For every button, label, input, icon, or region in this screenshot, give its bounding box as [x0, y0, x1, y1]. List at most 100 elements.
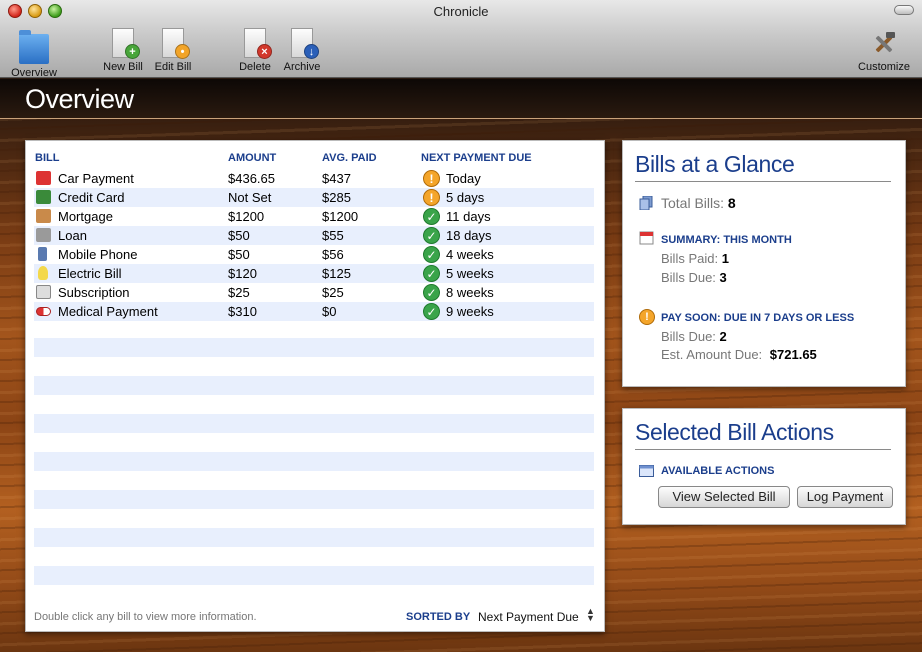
bill-amount: $120 [228, 266, 257, 281]
bill-avg-paid: $25 [322, 285, 344, 300]
column-header-next-payment-due[interactable]: NEXT PAYMENT DUE [421, 152, 532, 164]
checkmark-icon: ✓ [423, 303, 440, 320]
empty-row [34, 338, 594, 357]
footer-hint: Double click any bill to view more infor… [34, 611, 257, 623]
bank-icon [36, 228, 51, 242]
bill-avg-paid: $437 [322, 171, 351, 186]
table-row[interactable]: Mobile Phone $50 $56 ✓ 4 weeks [34, 245, 594, 264]
estimated-amount-due: Est. Amount Due: $721.65 [661, 347, 817, 362]
edit-bill-toolbar-button[interactable]: • Edit Bill [152, 28, 194, 73]
empty-row [34, 566, 594, 585]
table-row[interactable]: Subscription $25 $25 ✓ 8 weeks [34, 283, 594, 302]
bill-avg-paid: $55 [322, 228, 344, 243]
toolbar-toggle-button[interactable] [894, 5, 914, 15]
sorted-by-label: SORTED BY [406, 611, 471, 623]
estimated-amount-value: $721.65 [769, 347, 817, 362]
edit-bill-label: Edit Bill [154, 61, 192, 73]
table-row[interactable]: Electric Bill $120 $125 ✓ 5 weeks [34, 264, 594, 283]
new-bill-toolbar-button[interactable]: + New Bill [100, 28, 146, 73]
divider [635, 449, 891, 450]
bill-name: Car Payment [58, 171, 134, 186]
bills-paid-label: Bills Paid: [661, 251, 719, 266]
edit-document-icon: • [162, 28, 190, 59]
bill-amount: $310 [228, 304, 257, 319]
total-bills: Total Bills: 8 [661, 195, 736, 211]
bill-next-due: 5 weeks [446, 266, 494, 281]
archive-toolbar-button[interactable]: ↓ Archive [281, 28, 323, 73]
bill-name: Mortgage [58, 209, 113, 224]
bill-avg-paid: $125 [322, 266, 351, 281]
empty-row [34, 452, 594, 471]
bills-due-value: 3 [719, 270, 727, 285]
bills-at-a-glance-panel: Bills at a Glance Total Bills: 8 SUMMARY… [622, 140, 906, 387]
total-bills-label: Total Bills: [661, 195, 725, 211]
bill-next-due: 18 days [446, 228, 492, 243]
bill-next-due: 5 days [446, 190, 485, 205]
customize-toolbar-button[interactable]: Customize [854, 28, 914, 73]
house-icon [36, 209, 51, 223]
warning-icon: ! [639, 309, 655, 325]
customize-label: Customize [858, 61, 910, 73]
sort-order-select[interactable]: Next Payment Due [478, 610, 579, 624]
phone-icon [38, 247, 47, 261]
tools-icon [869, 28, 899, 58]
pay-soon-section-title: PAY SOON: DUE IN 7 DAYS OR LESS [661, 312, 855, 324]
pill-icon [36, 307, 51, 316]
log-payment-button[interactable]: Log Payment [797, 486, 893, 508]
checkmark-icon: ✓ [423, 227, 440, 244]
column-header-avg-paid[interactable]: AVG. PAID [322, 152, 377, 164]
panel-title: Bills at a Glance [635, 151, 795, 177]
bill-list-panel: BILL AMOUNT AVG. PAID NEXT PAYMENT DUE C… [25, 140, 605, 632]
calendar-icon [639, 231, 654, 245]
overview-label: Overview [11, 67, 57, 79]
bill-amount: $50 [228, 228, 250, 243]
soon-bills-due-value: 2 [719, 329, 727, 344]
checkmark-icon: ✓ [423, 246, 440, 263]
table-row[interactable]: Medical Payment $310 $0 ✓ 9 weeks [34, 302, 594, 321]
updown-arrows-icon[interactable]: ▲ ▼ [586, 607, 595, 623]
delete-toolbar-button[interactable]: × Delete [236, 28, 274, 73]
bill-amount: $25 [228, 285, 250, 300]
bill-name: Loan [58, 228, 87, 243]
available-actions-title: AVAILABLE ACTIONS [661, 465, 775, 477]
table-row[interactable]: Car Payment $436.65 $437 ! Today [34, 169, 594, 188]
bill-next-due: 4 weeks [446, 247, 494, 262]
empty-row [34, 414, 594, 433]
column-header-bill[interactable]: BILL [35, 152, 59, 164]
new-bill-label: New Bill [103, 61, 143, 73]
bill-rows: Car Payment $436.65 $437 ! Today Credit … [34, 169, 594, 321]
page-header: Overview [0, 79, 922, 119]
delete-label: Delete [239, 61, 271, 73]
bill-avg-paid: $285 [322, 190, 351, 205]
window-toolbar: Chronicle Overview + New Bill • Edit Bil… [0, 0, 922, 79]
checkmark-icon: ✓ [423, 208, 440, 225]
window-title: Chronicle [433, 4, 489, 19]
table-row[interactable]: Mortgage $1200 $1200 ✓ 11 days [34, 207, 594, 226]
bills-paid-value: 1 [721, 251, 729, 266]
soon-bills-due: Bills Due: 2 [661, 329, 727, 344]
bill-next-due: 8 weeks [446, 285, 494, 300]
overview-toolbar-button[interactable]: Overview [8, 28, 60, 79]
bills-due-label: Bills Due: [661, 270, 716, 285]
column-header-amount[interactable]: AMOUNT [228, 152, 276, 164]
bill-next-due: 11 days [446, 209, 491, 224]
warning-icon: ! [423, 189, 440, 206]
delete-document-icon: × [244, 28, 272, 59]
window-icon [639, 464, 654, 478]
car-icon [36, 171, 51, 185]
bill-name: Medical Payment [58, 304, 158, 319]
bill-name: Electric Bill [58, 266, 122, 281]
table-row[interactable]: Loan $50 $55 ✓ 18 days [34, 226, 594, 245]
page-title: Overview [25, 84, 134, 114]
panel-title: Selected Bill Actions [635, 419, 834, 445]
bills-due: Bills Due: 3 [661, 270, 727, 285]
soon-bills-due-label: Bills Due: [661, 329, 716, 344]
table-row[interactable]: Credit Card Not Set $285 ! 5 days [34, 188, 594, 207]
bill-avg-paid: $1200 [322, 209, 359, 224]
view-selected-bill-button[interactable]: View Selected Bill [658, 486, 790, 508]
archive-label: Archive [283, 61, 321, 73]
credit-card-icon [36, 190, 51, 204]
bills-paid: Bills Paid: 1 [661, 251, 729, 266]
newspaper-icon [36, 285, 51, 299]
bill-next-due: Today [446, 171, 481, 186]
